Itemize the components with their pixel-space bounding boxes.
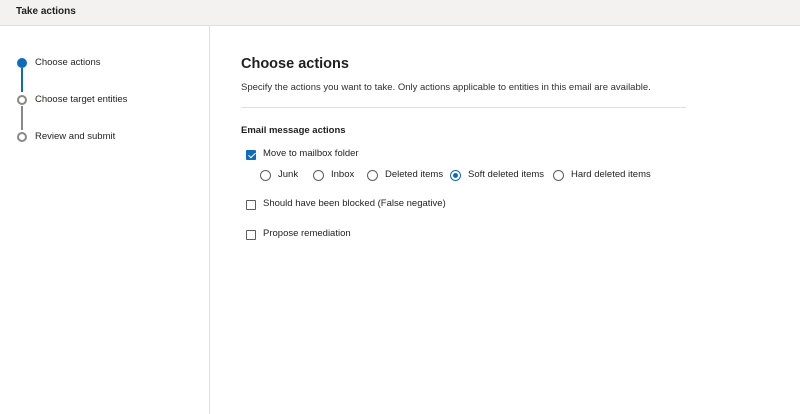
page-title: Choose actions bbox=[241, 56, 349, 72]
wizard-steps-sidebar: Choose actions Choose target entities Re… bbox=[0, 26, 210, 414]
checkbox-label: Propose remediation bbox=[263, 228, 351, 239]
step-choose-target-entities[interactable]: Choose target entities bbox=[0, 91, 210, 111]
step-label: Choose actions bbox=[35, 57, 101, 68]
step-label: Choose target entities bbox=[35, 94, 128, 105]
section-heading: Email message actions bbox=[241, 125, 346, 136]
mailbox-folder-radio-group: Junk Inbox Deleted items Soft deleted it… bbox=[260, 168, 780, 184]
main-content: Choose actions Specify the actions you w… bbox=[211, 26, 800, 414]
step-pending-indicator-icon bbox=[17, 132, 27, 142]
radio-label: Hard deleted items bbox=[571, 169, 651, 180]
divider bbox=[241, 107, 686, 108]
radio-unselected-icon[interactable] bbox=[553, 170, 564, 181]
radio-deleted-items[interactable]: Deleted items bbox=[367, 168, 447, 184]
radio-unselected-icon[interactable] bbox=[367, 170, 378, 181]
radio-label: Inbox bbox=[331, 169, 355, 180]
checkbox-checked-icon[interactable] bbox=[246, 150, 256, 160]
page-description: Specify the actions you want to take. On… bbox=[241, 82, 651, 93]
propose-remediation-checkbox[interactable]: Propose remediation bbox=[246, 228, 446, 244]
radio-label: Deleted items bbox=[385, 169, 444, 180]
radio-selected-icon[interactable] bbox=[450, 170, 461, 181]
radio-unselected-icon[interactable] bbox=[260, 170, 271, 181]
checkbox-label: Should have been blocked (False negative… bbox=[263, 198, 446, 209]
radio-soft-deleted-items[interactable]: Soft deleted items bbox=[450, 168, 550, 184]
radio-inbox[interactable]: Inbox bbox=[313, 168, 363, 184]
checkbox-unchecked-icon[interactable] bbox=[246, 200, 256, 210]
step-pending-indicator-icon bbox=[17, 95, 27, 105]
window-title: Take actions bbox=[16, 6, 76, 17]
radio-junk[interactable]: Junk bbox=[260, 168, 310, 184]
checkbox-unchecked-icon[interactable] bbox=[246, 230, 256, 240]
radio-label: Junk bbox=[278, 169, 299, 180]
should-have-been-blocked-checkbox[interactable]: Should have been blocked (False negative… bbox=[246, 198, 486, 214]
step-active-indicator-icon bbox=[17, 58, 27, 68]
step-choose-actions[interactable]: Choose actions bbox=[0, 54, 210, 74]
move-to-mailbox-folder-checkbox[interactable]: Move to mailbox folder bbox=[246, 148, 446, 164]
step-label: Review and submit bbox=[35, 131, 116, 142]
checkbox-label: Move to mailbox folder bbox=[263, 148, 359, 159]
step-review-and-submit[interactable]: Review and submit bbox=[0, 128, 210, 148]
radio-unselected-icon[interactable] bbox=[313, 170, 324, 181]
radio-label: Soft deleted items bbox=[468, 169, 545, 180]
radio-hard-deleted-items[interactable]: Hard deleted items bbox=[553, 168, 653, 184]
take-actions-panel: Take actions Choose actions Choose targe… bbox=[0, 0, 800, 414]
title-bar: Take actions bbox=[0, 0, 800, 26]
